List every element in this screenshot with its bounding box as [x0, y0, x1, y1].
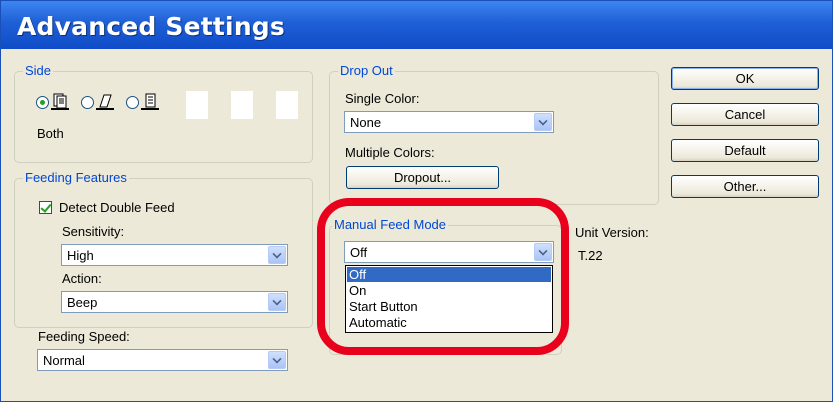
side-blank-box [186, 91, 208, 119]
side-blank-box [276, 91, 298, 119]
single-color-label: Single Color: [345, 91, 420, 106]
chevron-down-icon[interactable] [534, 113, 552, 131]
advanced-settings-dialog: Advanced Settings Side Both Feeding Feat… [0, 0, 833, 402]
drop-out-legend: Drop Out [338, 63, 395, 78]
side-blank-box [231, 91, 253, 119]
single-color-value: None [350, 115, 382, 130]
side-front-radio[interactable] [81, 96, 94, 109]
cancel-button[interactable]: Cancel [671, 103, 819, 126]
feeding-features-legend: Feeding Features [23, 170, 129, 185]
unit-version-value: T.22 [578, 248, 603, 263]
default-button[interactable]: Default [671, 139, 819, 162]
both-sides-icon [51, 93, 69, 110]
side-selected-label: Both [37, 126, 64, 141]
back-side-icon [141, 93, 159, 110]
chevron-down-icon[interactable] [268, 246, 286, 264]
feeding-speed-value: Normal [43, 353, 85, 368]
feeding-speed-label: Feeding Speed: [38, 329, 130, 344]
sensitivity-label: Sensitivity: [62, 224, 125, 239]
unit-version-label: Unit Version: [575, 225, 649, 240]
feeding-speed-select[interactable]: Normal [37, 349, 288, 371]
single-color-select[interactable]: None [344, 111, 554, 133]
side-both-radio[interactable] [36, 96, 49, 109]
window-title: Advanced Settings [17, 12, 285, 41]
ok-button[interactable]: OK [671, 67, 819, 90]
action-select[interactable]: Beep [61, 291, 288, 313]
chevron-down-icon[interactable] [268, 351, 286, 369]
detect-double-feed-checkbox[interactable] [39, 201, 52, 214]
chevron-down-icon[interactable] [268, 293, 286, 311]
sensitivity-value: High [67, 248, 94, 263]
multiple-colors-label: Multiple Colors: [345, 145, 435, 160]
other-button[interactable]: Other... [671, 175, 819, 198]
side-legend: Side [23, 63, 54, 78]
side-group: Side [14, 63, 313, 163]
side-back-radio[interactable] [126, 96, 139, 109]
dropout-button[interactable]: Dropout... [346, 166, 499, 189]
front-side-icon [96, 94, 114, 110]
action-label: Action: [62, 271, 102, 286]
title-bar[interactable]: Advanced Settings [1, 1, 832, 49]
detect-double-feed-label[interactable]: Detect Double Feed [59, 200, 175, 215]
action-value: Beep [67, 295, 98, 310]
highlight-annotation [317, 198, 569, 355]
sensitivity-select[interactable]: High [61, 244, 288, 266]
